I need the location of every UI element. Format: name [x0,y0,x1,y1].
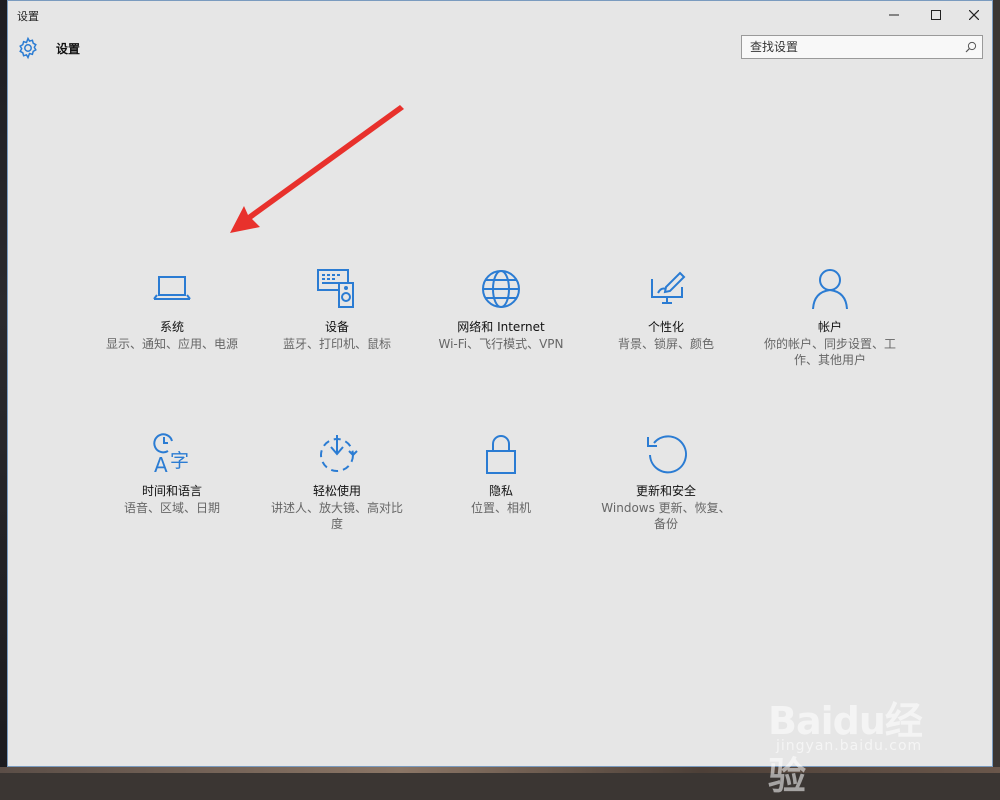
tile-system[interactable]: 系统 显示、通知、应用、电源 [104,267,240,352]
devices-icon [317,269,354,308]
tile-update-security[interactable]: 更新和安全 Windows 更新、恢复、备份 [598,431,734,532]
person-icon [812,269,848,310]
minimize-icon [889,14,899,16]
ease-of-access-icon [320,435,358,472]
tile-description: 背景、锁屏、颜色 [617,337,714,351]
settings-header: 设置 [8,31,992,67]
globe-icon [482,270,520,308]
search-box[interactable] [741,35,983,59]
laptop-icon [153,276,191,300]
tile-label: 设备 [324,320,349,334]
search-icon[interactable] [965,41,977,53]
time-language-icon: A 字 [153,433,189,475]
tile-description: 你的帐户、同步设置、工作、其他用户 [763,337,896,367]
tile-description: Windows 更新、恢复、备份 [601,501,731,531]
baidu-watermark: Baidu经验 jingyan.baidu.com [768,670,948,798]
tile-personalization[interactable]: 个性化 背景、锁屏、颜色 [598,267,734,352]
search-input[interactable] [742,36,965,58]
tile-description: 显示、通知、应用、电源 [105,337,238,351]
personalize-icon [651,271,686,304]
tile-description: 语音、区域、日期 [123,501,220,515]
tile-description: 讲述人、放大镜、高对比度 [270,501,403,531]
title-bar[interactable]: 设置 [8,1,992,29]
update-icon [647,435,687,474]
close-icon [969,10,979,20]
close-button[interactable] [954,1,994,29]
tile-label: 时间和语言 [141,484,202,498]
tile-label: 更新和安全 [635,484,696,498]
tile-label: 网络和 Internet [457,320,545,334]
tile-devices[interactable]: 设备 蓝牙、打印机、鼠标 [269,267,405,352]
tile-network[interactable]: 网络和 Internet Wi-Fi、飞行模式、VPN [433,267,569,352]
tile-ease-of-access[interactable]: 轻松使用 讲述人、放大镜、高对比度 [269,431,405,532]
svg-text:字: 字 [170,450,189,472]
minimize-button[interactable] [874,1,914,29]
window-title: 设置 [17,10,39,23]
tile-time-language[interactable]: A 字 时间和语言 语音、区域、日期 [104,431,240,516]
annotation-arrow [230,105,404,233]
lock-icon [486,435,516,474]
gear-icon [19,36,37,60]
tile-label: 个性化 [647,320,684,334]
tile-description: Wi-Fi、飞行模式、VPN [438,337,564,351]
tile-privacy[interactable]: 隐私 位置、相机 [433,431,569,516]
settings-window: 设置 设置 查找设置 系统 显示、通知、应用、电源 设备 蓝牙、打印机、鼠标 网… [7,0,993,767]
page-title: 设置 [56,42,81,56]
maximize-button[interactable] [916,1,956,29]
tile-description: 位置、相机 [470,501,531,515]
maximize-icon [931,10,941,20]
tile-accounts[interactable]: 帐户 你的帐户、同步设置、工作、其他用户 [762,267,898,368]
tile-label: 隐私 [488,484,513,498]
tile-label: 系统 [159,320,184,334]
svg-text:A: A [154,453,168,475]
watermark-url: jingyan.baidu.com [776,738,923,754]
tile-description: 蓝牙、打印机、鼠标 [282,337,391,351]
tile-label: 轻松使用 [312,484,361,498]
tile-label: 帐户 [817,320,842,334]
desktop-background [0,0,7,773]
